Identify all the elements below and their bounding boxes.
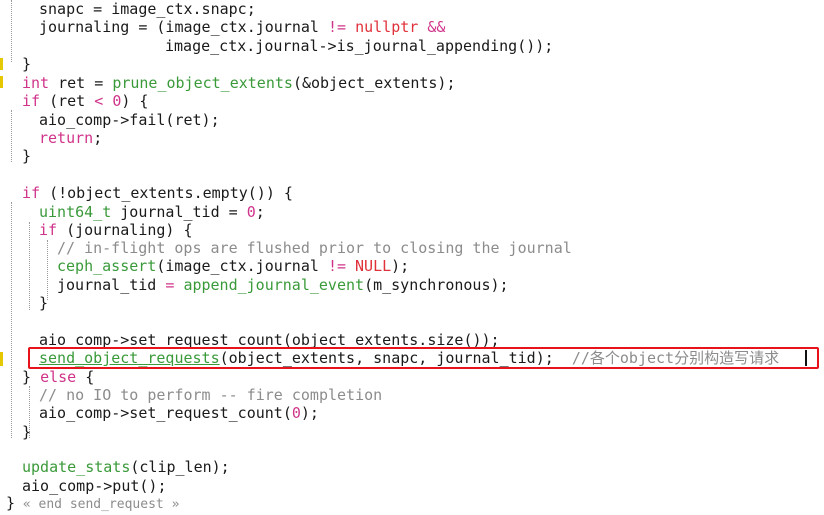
code-line[interactable]: uint64_t journal_tid = 0; bbox=[39, 203, 265, 221]
code-token: if bbox=[22, 184, 41, 202]
indent-guide bbox=[11, 0, 12, 62]
code-token: journal_tid = bbox=[111, 203, 247, 221]
code-line[interactable]: } « end send_request » bbox=[6, 494, 179, 512]
code-token: && bbox=[427, 18, 446, 36]
code-line[interactable]: } else { bbox=[22, 368, 94, 386]
indent-guide bbox=[47, 240, 48, 300]
code-token: uint64_t bbox=[39, 203, 112, 221]
code-token: (journaling) { bbox=[57, 221, 193, 239]
code-token: update_stats bbox=[22, 458, 131, 476]
code-editor[interactable]: snapc = image_ctx.snapc; journaling = (im… bbox=[0, 0, 824, 515]
code-token: int bbox=[22, 74, 50, 92]
change-marker bbox=[0, 58, 3, 70]
code-token: aio_comp->set_request_count( bbox=[39, 404, 292, 422]
code-token: } bbox=[22, 368, 41, 386]
code-token: NULL bbox=[355, 257, 392, 275]
code-token: != bbox=[327, 18, 347, 36]
code-token: prune_object_extents bbox=[112, 74, 293, 92]
code-line[interactable]: ceph_assert(image_ctx.journal != NULL); bbox=[57, 257, 409, 275]
text-cursor bbox=[805, 350, 807, 366]
code-line[interactable]: } bbox=[22, 423, 31, 441]
code-token: if bbox=[22, 92, 41, 110]
code-token: ) { bbox=[121, 92, 149, 110]
code-token: (image_ctx.journal bbox=[156, 257, 328, 275]
code-token: } bbox=[39, 294, 49, 312]
code-token: (!object_extents.empty()) { bbox=[40, 184, 293, 202]
code-token: (m_synchronous); bbox=[364, 276, 509, 294]
code-line[interactable]: aio_comp->set_request_count(0); bbox=[39, 404, 319, 422]
code-token: ret = bbox=[49, 74, 113, 92]
code-token: snapc = image_ctx.snapc; bbox=[39, 0, 256, 18]
code-token: 0 bbox=[291, 404, 301, 422]
change-marker bbox=[0, 76, 3, 88]
indent-guide bbox=[11, 110, 12, 162]
code-line[interactable]: snapc = image_ctx.snapc; bbox=[39, 0, 256, 18]
code-token: aio_comp->fail(ret); bbox=[39, 111, 220, 129]
code-token: ceph_assert bbox=[57, 257, 157, 275]
code-line[interactable]: // no IO to perform -- fire completion bbox=[39, 386, 382, 404]
code-token: } bbox=[22, 423, 32, 441]
code-token: « end send_request » bbox=[15, 497, 180, 512]
code-token: (&object_extents); bbox=[292, 74, 456, 92]
code-token: != bbox=[327, 257, 346, 275]
code-token: // no IO to perform -- fire completion bbox=[39, 386, 383, 404]
code-token: ; bbox=[255, 203, 265, 221]
code-line[interactable]: aio_comp->put(); bbox=[22, 477, 167, 495]
code-line[interactable]: return; bbox=[39, 129, 102, 147]
code-token: journaling = (image_ctx.journal bbox=[39, 18, 328, 36]
code-line[interactable]: if (!object_extents.empty()) { bbox=[22, 184, 293, 202]
code-line[interactable]: update_stats(clip_len); bbox=[22, 458, 230, 476]
code-token: else bbox=[40, 368, 77, 386]
code-token: ); bbox=[391, 257, 410, 275]
code-line[interactable]: aio_comp->fail(ret); bbox=[39, 111, 220, 129]
code-token: { bbox=[76, 368, 95, 386]
indent-guide bbox=[11, 202, 12, 438]
code-token: append_journal_event bbox=[183, 276, 365, 294]
code-token: } bbox=[6, 494, 16, 512]
code-line[interactable]: } bbox=[39, 294, 48, 312]
code-line[interactable]: if (ret < 0) { bbox=[22, 92, 148, 110]
indent-guide bbox=[29, 222, 30, 310]
code-token: 0 bbox=[246, 203, 256, 221]
code-token: aio_comp->put(); bbox=[22, 477, 167, 495]
code-token: 0 bbox=[112, 92, 122, 110]
code-line[interactable]: // in-flight ops are flushed prior to cl… bbox=[57, 239, 572, 257]
code-line[interactable]: journaling = (image_ctx.journal != nullp… bbox=[39, 18, 445, 36]
code-line[interactable]: image_ctx.journal->is_journal_appending(… bbox=[165, 37, 553, 55]
code-token: (ret bbox=[40, 92, 95, 110]
code-token: ); bbox=[300, 404, 319, 422]
code-token: (clip_len); bbox=[130, 458, 230, 476]
code-line[interactable]: int ret = prune_object_extents(&object_e… bbox=[22, 74, 456, 92]
code-token: < bbox=[94, 92, 104, 110]
code-token: } bbox=[22, 147, 32, 165]
code-token: journal_tid bbox=[57, 276, 166, 294]
code-line[interactable]: journal_tid = append_journal_event(m_syn… bbox=[57, 276, 509, 294]
code-line[interactable]: if (journaling) { bbox=[39, 221, 193, 239]
code-token: } bbox=[22, 55, 32, 73]
code-token: if bbox=[39, 221, 58, 239]
code-line[interactable]: } bbox=[22, 147, 31, 165]
code-token: return bbox=[39, 129, 94, 147]
change-marker bbox=[0, 352, 3, 366]
code-token: ; bbox=[93, 129, 103, 147]
highlight-annotation-box bbox=[28, 347, 819, 369]
code-token: // in-flight ops are flushed prior to cl… bbox=[57, 239, 572, 257]
code-token: image_ctx.journal->is_journal_appending(… bbox=[165, 37, 554, 55]
code-line[interactable]: } bbox=[22, 55, 31, 73]
code-token: nullptr bbox=[355, 18, 419, 36]
